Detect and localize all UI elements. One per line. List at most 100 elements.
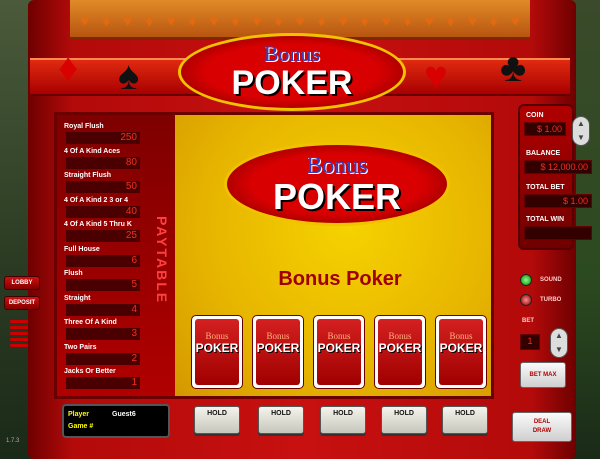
heart-icon: ♥ bbox=[381, 13, 391, 30]
player-label: Player bbox=[68, 411, 90, 418]
game-number-row: Game # bbox=[68, 421, 164, 433]
club-icon: ♣ bbox=[500, 46, 527, 90]
paytable-row: Full House 6 bbox=[64, 245, 140, 267]
game-number-label: Game # bbox=[68, 423, 94, 430]
total-win-label: TOTAL WIN bbox=[526, 216, 565, 223]
chevron-up-icon[interactable]: ▲ bbox=[551, 329, 567, 343]
heart-icon: ♥ bbox=[209, 13, 219, 30]
draw-label: DRAW bbox=[532, 428, 552, 434]
paytable-hand: Two Pairs bbox=[64, 343, 97, 351]
hold-button-1[interactable]: HOLD bbox=[194, 406, 240, 434]
logo-text-poker: POKER bbox=[272, 176, 402, 217]
deposit-button[interactable]: DEPOSIT bbox=[4, 296, 40, 310]
card-text-poker: POKER bbox=[256, 341, 300, 355]
heart-icon: ♥ bbox=[510, 13, 520, 30]
deal-draw-button[interactable]: DEAL DRAW bbox=[512, 412, 572, 442]
chevron-down-icon[interactable]: ▼ bbox=[573, 131, 589, 145]
paytable-payout: 6 bbox=[66, 254, 140, 267]
hold-button-4[interactable]: HOLD bbox=[381, 406, 427, 434]
paytable-row: 4 Of A Kind Aces 80 bbox=[64, 147, 140, 169]
diamond-icon: ♦ bbox=[188, 13, 197, 30]
coin-label: COIN bbox=[526, 112, 544, 119]
card-text-poker: POKER bbox=[195, 341, 239, 355]
paytable-payout: 40 bbox=[66, 205, 140, 218]
card-text-poker: POKER bbox=[439, 341, 483, 355]
turbo-toggle[interactable] bbox=[520, 294, 532, 306]
paytable-row: Straight 4 bbox=[64, 294, 140, 316]
diamond-icon: ♦ bbox=[102, 13, 111, 30]
card-3[interactable]: Bonus POKER bbox=[313, 315, 365, 389]
suit-strip: ♥ ♦ ♥ ♦ ♥ ♦ ♥ ♦ ♥ ♦ ♥ ♦ ♥ ♦ ♥ ♦ ♥ ♦ ♥ ♦ ♥ bbox=[80, 12, 520, 32]
bet-max-button[interactable]: BET MAX bbox=[520, 362, 566, 388]
heart-icon: ♥ bbox=[424, 13, 434, 30]
spade-icon: ♠ bbox=[118, 54, 140, 98]
hold-button-5[interactable]: HOLD bbox=[442, 406, 488, 434]
lobby-button[interactable]: LOBBY bbox=[4, 276, 40, 290]
paytable-hand: Flush bbox=[64, 270, 83, 277]
diamond-icon: ♦ bbox=[58, 46, 79, 90]
card-back: Bonus POKER bbox=[256, 319, 300, 385]
bet-value: 1 bbox=[520, 334, 540, 350]
card-1[interactable]: Bonus POKER bbox=[191, 315, 243, 389]
total-bet-label: TOTAL BET bbox=[526, 184, 565, 191]
paytable-payout: 4 bbox=[66, 303, 140, 316]
heart-icon: ♥ bbox=[252, 13, 262, 30]
card-text-bonus: Bonus bbox=[388, 331, 412, 341]
decor-bar bbox=[10, 344, 28, 347]
paytable-hand: 4 Of A Kind 5 Thru K bbox=[64, 221, 132, 228]
hold-button-3[interactable]: HOLD bbox=[320, 406, 366, 434]
decor-bar bbox=[10, 326, 28, 329]
card-text-bonus: Bonus bbox=[266, 331, 290, 341]
screen-logo: Bonus POKER bbox=[224, 142, 450, 226]
card-5[interactable]: Bonus POKER bbox=[435, 315, 487, 389]
coin-stepper[interactable]: ▲ ▼ bbox=[572, 116, 590, 146]
paytable-hand: 4 Of A Kind 2 3 or 4 bbox=[64, 196, 129, 204]
diamond-icon: ♦ bbox=[446, 13, 455, 30]
paytable-hand: Straight Flush bbox=[64, 172, 112, 179]
heart-icon: ♥ bbox=[424, 54, 448, 98]
card-back: Bonus POKER bbox=[378, 319, 422, 385]
card-back: Bonus POKER bbox=[439, 319, 483, 385]
paytable-row: Two Pairs 2 bbox=[64, 343, 140, 365]
hold-button-2[interactable]: HOLD bbox=[258, 406, 304, 434]
paytable-hand: 4 Of A Kind Aces bbox=[64, 147, 121, 155]
version-label: 1.7.3 bbox=[6, 438, 20, 444]
paytable-row: Jacks Or Better 1 bbox=[64, 367, 140, 389]
total-win-value bbox=[524, 226, 592, 240]
balance-label: BALANCE bbox=[526, 150, 561, 157]
bet-stepper[interactable]: ▲ ▼ bbox=[550, 328, 568, 358]
deal-label: DEAL bbox=[533, 419, 551, 425]
total-bet-value: $ 1.00 bbox=[524, 194, 592, 208]
paytable-payout: 50 bbox=[66, 181, 140, 193]
card-back: Bonus POKER bbox=[317, 319, 361, 385]
paytable-hand: Jacks Or Better bbox=[64, 368, 116, 375]
paytable-row: Three Of A Kind 3 bbox=[64, 318, 140, 340]
decor-bar bbox=[10, 338, 28, 341]
sound-toggle[interactable] bbox=[520, 274, 532, 286]
paytable-payout: 25 bbox=[66, 230, 140, 242]
logo-text-poker: POKER bbox=[231, 64, 353, 102]
paytable-row: Flush 5 bbox=[64, 269, 140, 291]
diamond-icon: ♦ bbox=[231, 13, 240, 30]
card-2[interactable]: Bonus POKER bbox=[252, 315, 304, 389]
paytable-hand: Straight bbox=[64, 294, 91, 302]
card-text-bonus: Bonus bbox=[327, 331, 351, 341]
card-text-poker: POKER bbox=[378, 341, 422, 355]
paytable-row: Royal Flush 250 bbox=[64, 122, 140, 144]
heart-icon: ♥ bbox=[467, 13, 477, 30]
heart-icon: ♥ bbox=[166, 13, 176, 30]
heart-icon: ♥ bbox=[80, 13, 90, 30]
chevron-up-icon[interactable]: ▲ bbox=[573, 117, 589, 131]
diamond-icon: ♦ bbox=[403, 13, 412, 30]
decor-bar bbox=[10, 320, 28, 323]
chevron-down-icon[interactable]: ▼ bbox=[551, 343, 567, 357]
game-title: Bonus Poker bbox=[278, 268, 402, 290]
paytable-payout: 2 bbox=[66, 352, 140, 365]
bet-label: BET bbox=[522, 318, 534, 324]
diamond-icon: ♦ bbox=[489, 13, 498, 30]
header-logo: Bonus POKER bbox=[178, 33, 406, 111]
card-4[interactable]: Bonus POKER bbox=[374, 315, 426, 389]
heart-icon: ♥ bbox=[295, 13, 305, 30]
sound-label: SOUND bbox=[540, 277, 562, 283]
paytable-payout: 3 bbox=[66, 328, 140, 340]
